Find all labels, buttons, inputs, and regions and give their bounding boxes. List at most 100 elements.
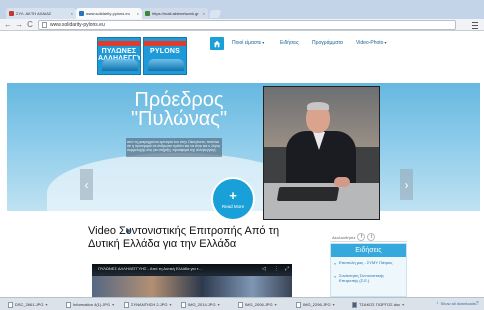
bullet-icon: »	[334, 274, 337, 279]
file-icon	[296, 301, 301, 308]
file-icon	[8, 301, 13, 308]
nav-news-label: Ειδήσεις	[280, 40, 299, 46]
nav-about-label: Ποιοί είμαστε	[232, 40, 262, 46]
tab-1-label: ΣΥΛ. ΑΚΤΗ ΑΧΑΙΑΣ	[16, 11, 52, 16]
chevron-down-icon[interactable]: ▾	[170, 302, 172, 307]
video-title[interactable]: ΠΥΛΩΝΕΣ ΑΛΛΗΛΕΓΓΥΗΣ - Από τη Δυτική Ελλά…	[98, 266, 202, 271]
tab-2[interactable]: www.solidarity-pylons.eu ×	[76, 8, 142, 19]
bullet-icon: »	[334, 261, 337, 266]
speaker-photo	[263, 86, 380, 220]
close-shelf-icon[interactable]: ×	[476, 300, 479, 306]
nav-video-photo-label: Video-Photo	[356, 40, 384, 46]
address-url: www.solidarity-pylons.eu	[50, 22, 105, 28]
download-item[interactable]: IMG_2296.JPG ▾	[296, 300, 335, 309]
chevron-down-icon[interactable]: ▾	[275, 302, 277, 307]
chevron-down-icon[interactable]: ▾	[218, 302, 220, 307]
tab-3[interactable]: https://mail.aktenetwork.gr ×	[142, 8, 208, 19]
share-video-icon[interactable]: ◁	[262, 266, 266, 272]
nav-programs[interactable]: Προγράμματα	[312, 40, 343, 46]
nav-news[interactable]: Ειδήσεις	[280, 40, 299, 46]
share-label: Ακολουθήστε	[332, 234, 356, 240]
download-name: IMG_2006.JPG	[245, 302, 273, 307]
social-share: Ακολουθήστε f t	[332, 233, 376, 241]
download-item[interactable]: Information 4(1).JPG ▾	[66, 300, 114, 309]
close-tab-icon[interactable]: ×	[137, 11, 139, 16]
download-name: Information 4(1).JPG	[73, 302, 111, 307]
download-name: IMG_2296.JPG	[303, 302, 331, 307]
chevron-down-icon[interactable]: ▾	[333, 302, 335, 307]
news-widget: Ειδήσεις » Επιστολή μας - ΣΥΜΥ Πάτρας » …	[330, 243, 407, 297]
chevron-down-icon: ▾	[384, 40, 387, 45]
twitter-icon[interactable]: t	[367, 233, 376, 241]
news-widget-title: Ειδήσεις	[331, 244, 406, 257]
favicon-icon	[79, 11, 84, 16]
fullscreen-icon[interactable]: ⤢	[285, 266, 289, 272]
browser-toolbar: ← → C www.solidarity-pylons.eu	[0, 19, 484, 31]
favicon-icon	[9, 11, 14, 16]
file-icon	[238, 301, 243, 308]
embedded-video[interactable]: ΠΥΛΩΝΕΣ ΑΛΛΗΛΕΓΓΥΗΣ - Από τη Δυτική Ελλά…	[92, 264, 292, 297]
browser-window: ΣΥΛ. ΑΚΤΗ ΑΧΑΙΑΣ × www.solidarity-pylons…	[0, 0, 484, 310]
slider-next-button[interactable]: ›	[400, 169, 413, 200]
chevron-down-icon[interactable]: ▾	[45, 302, 47, 307]
news-item[interactable]: Επιστολή μας - ΣΥΜΥ Πάτρας	[339, 260, 404, 266]
logo-tile-right: PYLONS	[143, 37, 187, 75]
file-icon	[66, 301, 71, 308]
site-logo[interactable]: ΠΥΛΩΝΕΣ ΑΛΛΗΛΕΓΓΥΗΣ PYLONS	[97, 37, 187, 75]
download-name: DSC_2661.JPG	[15, 302, 44, 307]
page-icon	[42, 22, 47, 28]
download-item[interactable]: IMG_2006.JPG ▾	[238, 300, 277, 309]
menu-icon[interactable]	[470, 20, 480, 30]
file-icon	[181, 301, 186, 308]
tab-strip: ΣΥΛ. ΑΚΤΗ ΑΧΑΙΑΣ × www.solidarity-pylons…	[0, 0, 484, 19]
plus-icon: +	[229, 187, 237, 203]
tab-3-label: https://mail.aktenetwork.gr	[152, 11, 199, 16]
favicon-icon	[145, 11, 150, 16]
web-page: ΠΥΛΩΝΕΣ ΑΛΛΗΛΕΓΓΥΗΣ PYLONS Ποιοί είμαστε…	[0, 32, 484, 297]
downloads-shelf: DSC_2661.JPG ▾ Information 4(1).JPG ▾ ΣΥ…	[0, 297, 484, 310]
document-icon	[352, 301, 357, 308]
address-bar[interactable]: www.solidarity-pylons.eu	[38, 20, 456, 30]
news-item[interactable]: Συνάντηση Συντονιστικής Επιτροπής (Σ.Ε.)	[339, 273, 404, 284]
download-item[interactable]: ΣΥΝΑΝΤΗΣΗ 2.JPG ▾	[124, 300, 172, 309]
slide-title-line-2: "Πυλώνας"	[130, 108, 228, 130]
download-icon: ↓	[436, 300, 439, 306]
download-name: IMG_2014.JPG	[188, 302, 216, 307]
sidebar-divider	[330, 241, 407, 242]
slide-caption: από τη μακροχρόνια εμπειρία του στην Οικ…	[127, 140, 221, 153]
reload-icon[interactable]: C	[25, 20, 35, 30]
logo-text-right: PYLONS	[150, 48, 180, 55]
nav-video-photo[interactable]: Video-Photo▾	[356, 40, 386, 46]
show-all-label: Show all downloads...	[440, 300, 480, 306]
facebook-icon[interactable]: f	[357, 233, 366, 241]
nav-about[interactable]: Ποιοί είμαστε▾	[232, 40, 264, 46]
download-name: ΤΣΑΚΟΣ ΓΙΩΡΓΟΣ.doc	[359, 302, 401, 307]
file-icon	[124, 301, 129, 308]
home-icon	[213, 40, 221, 47]
more-options-icon[interactable]: ⋮	[274, 266, 279, 272]
close-tab-icon[interactable]: ×	[203, 11, 205, 16]
back-icon[interactable]: ←	[3, 20, 13, 30]
slide-title: Πρόεδρος "Πυλώνας"	[88, 90, 270, 130]
forward-icon[interactable]: →	[14, 20, 24, 30]
download-item[interactable]: IMG_2014.JPG ▾	[181, 300, 220, 309]
download-item[interactable]: ΤΣΑΚΟΣ ΓΙΩΡΓΟΣ.doc ▾	[352, 300, 404, 309]
slider-prev-button[interactable]: ‹	[80, 169, 93, 200]
new-tab-button[interactable]	[208, 10, 222, 18]
chevron-down-icon[interactable]: ▾	[112, 302, 114, 307]
close-tab-icon[interactable]: ×	[71, 11, 73, 16]
show-all-downloads[interactable]: ↓ Show all downloads...	[436, 300, 479, 306]
home-button[interactable]	[210, 37, 224, 50]
read-more-label: Read More	[221, 203, 245, 209]
download-name: ΣΥΝΑΝΤΗΣΗ 2.JPG	[131, 302, 168, 307]
tab-2-label: www.solidarity-pylons.eu	[86, 11, 130, 16]
download-item[interactable]: DSC_2661.JPG ▾	[8, 300, 47, 309]
video-thumbnail	[92, 276, 292, 297]
tab-1[interactable]: ΣΥΛ. ΑΚΤΗ ΑΧΑΙΑΣ ×	[6, 8, 76, 19]
article-title[interactable]: Video Συντονιστικής Επιτροπής Από τη Δυτ…	[88, 225, 308, 250]
read-more-button[interactable]: + Read More	[211, 177, 255, 221]
nav-programs-label: Προγράμματα	[312, 40, 343, 46]
logo-tile-left: ΠΥΛΩΝΕΣ ΑΛΛΗΛΕΓΓΥΗΣ	[97, 37, 141, 75]
chevron-down-icon[interactable]: ▾	[402, 302, 404, 307]
chevron-down-icon: ▾	[262, 40, 265, 45]
